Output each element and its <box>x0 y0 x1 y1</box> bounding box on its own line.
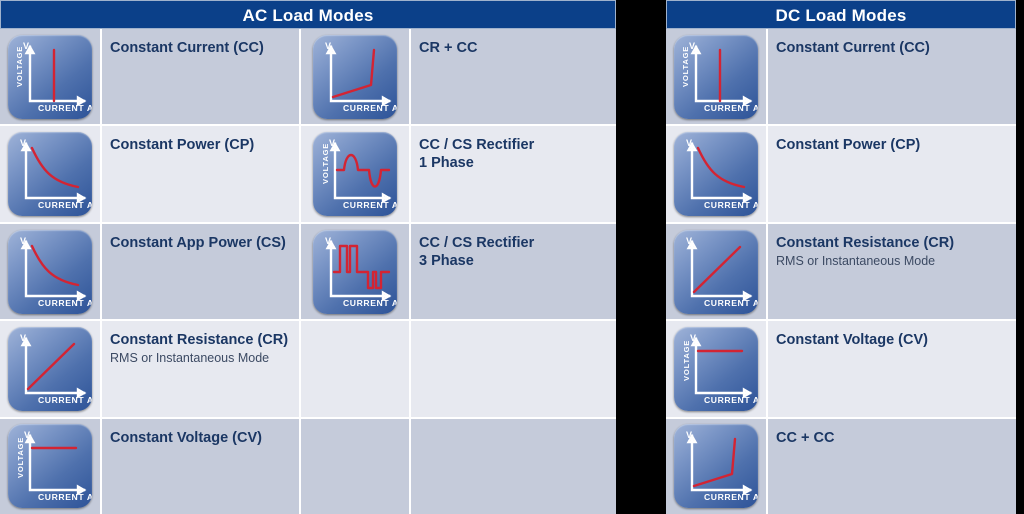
table-cell-label: Constant Current (CC) <box>102 29 301 125</box>
table-cell-label: Constant App Power (CS) <box>102 223 301 320</box>
table-row: V VOLTAGE CURRENT A Constant Current (CC… <box>0 29 616 127</box>
mode-name: Constant App Power (CS) <box>110 234 286 251</box>
table-cell-label: Constant Power (CP) <box>768 126 1016 221</box>
mode-name: CR + CC <box>419 40 478 56</box>
constant-resistance-graph-icon: V CURRENT A <box>666 223 768 320</box>
table-row: V CURRENT A Constant App Power (CS) V CU… <box>0 223 616 322</box>
mode-name: Constant Power (CP) <box>110 137 255 154</box>
mode-name: CC / CS Rectifier 1 Phase <box>419 137 535 172</box>
svg-text:V: V <box>325 236 331 246</box>
table-row: V VOLTAGE CURRENT A Constant Current (CC… <box>666 29 1016 127</box>
constant-app-power-graph-icon: V CURRENT A <box>0 223 102 320</box>
table-cell-label: Constant Voltage (CV) <box>768 321 1016 416</box>
table-cell-label: Constant Resistance (CR) RMS or Instanta… <box>768 224 1016 319</box>
constant-current-graph-icon: V VOLTAGE CURRENT A <box>0 29 102 125</box>
table-cell-label: Constant Power (CP) <box>102 126 301 222</box>
cc-plus-cc-graph-icon: V CURRENT A <box>666 418 768 514</box>
table-row: V VOLTAGE CURRENT A Constant Voltage (CV… <box>666 321 1016 419</box>
svg-text:VOLTAGE: VOLTAGE <box>15 46 24 87</box>
dc-table-title: DC Load Modes <box>666 0 1016 29</box>
table-row: V CURRENT A CC + CC <box>666 418 1016 514</box>
svg-text:VOLTAGE: VOLTAGE <box>321 143 330 184</box>
constant-power-graph-icon: V CURRENT A <box>666 126 768 222</box>
table-row: V CURRENT A Constant Power (CP) <box>666 126 1016 224</box>
mode-name: CC / CS Rectifier 3 Phase <box>419 234 535 269</box>
svg-text:CURRENT A: CURRENT A <box>38 103 92 113</box>
table-cell-label: CC / CS Rectifier 3 Phase <box>411 224 616 319</box>
ac-table-title: AC Load Modes <box>0 0 616 29</box>
empty-icon-cell <box>301 418 411 514</box>
svg-text:VOLTAGE: VOLTAGE <box>682 340 691 381</box>
svg-text:V: V <box>325 41 331 51</box>
mode-name: Constant Current (CC) <box>110 40 264 56</box>
svg-text:CURRENT A: CURRENT A <box>704 492 758 502</box>
empty-label-cell <box>411 321 616 416</box>
svg-text:CURRENT A: CURRENT A <box>38 395 92 405</box>
mode-subtext: RMS or Instantaneous Mode <box>776 253 936 268</box>
ac-table-rows: V VOLTAGE CURRENT A Constant Current (CC… <box>0 29 616 514</box>
mode-subtext: RMS or Instantaneous Mode <box>110 351 270 366</box>
constant-voltage-graph-icon: V VOLTAGE CURRENT A <box>0 418 102 514</box>
figure-canvas: AC Load Modes V VOLTAGE CURRENT A Consta… <box>0 0 1024 514</box>
rectifier-1-phase-graph-icon: V VOLTAGE CURRENT A <box>301 126 411 222</box>
svg-text:CURRENT A: CURRENT A <box>704 395 758 405</box>
mode-name: Constant Resistance (CR) <box>776 234 955 251</box>
mode-name: CC + CC <box>776 429 835 446</box>
constant-current-graph-icon: V VOLTAGE CURRENT A <box>666 29 768 125</box>
svg-text:V: V <box>20 236 26 246</box>
empty-icon-cell <box>301 321 411 417</box>
table-cell-label: CR + CC <box>411 29 616 124</box>
svg-text:CURRENT A: CURRENT A <box>38 298 92 308</box>
dc-load-modes-table: DC Load Modes V VOLTAGE CURRENT A Consta… <box>666 0 1016 514</box>
svg-text:CURRENT A: CURRENT A <box>704 298 758 308</box>
svg-text:CURRENT A: CURRENT A <box>343 200 397 210</box>
svg-text:CURRENT A: CURRENT A <box>343 298 397 308</box>
svg-text:CURRENT A: CURRENT A <box>343 103 397 113</box>
mode-name: Constant Resistance (CR) <box>110 332 289 349</box>
svg-text:CURRENT A: CURRENT A <box>704 103 758 113</box>
table-row: V CURRENT A Constant Power (CP) <box>0 126 616 224</box>
table-cell-label: Constant Current (CC) <box>768 29 1016 124</box>
mode-name: Constant Power (CP) <box>776 137 921 154</box>
table-row: V VOLTAGE CURRENT A Constant Voltage (CV… <box>0 418 616 514</box>
svg-text:V: V <box>20 333 26 343</box>
table-cell-label: Constant Resistance (CR) RMS or Instanta… <box>102 321 301 417</box>
table-cell-label: CC / CS Rectifier 1 Phase <box>411 126 616 221</box>
constant-voltage-graph-icon: V VOLTAGE CURRENT A <box>666 321 768 417</box>
ac-load-modes-table: AC Load Modes V VOLTAGE CURRENT A Consta… <box>0 0 616 514</box>
svg-text:CURRENT A: CURRENT A <box>704 200 758 210</box>
constant-resistance-graph-icon: V CURRENT A <box>0 321 102 417</box>
constant-power-graph-icon: V CURRENT A <box>0 126 102 222</box>
cr-plus-cc-graph-icon: V CURRENT A <box>301 29 411 125</box>
table-row: V CURRENT A Constant Resistance (CR) RMS… <box>0 321 616 419</box>
table-row: V CURRENT A Constant Resistance (CR) RMS… <box>666 223 1016 322</box>
dc-table-rows: V VOLTAGE CURRENT A Constant Current (CC… <box>666 29 1016 514</box>
table-cell-label: Constant Voltage (CV) <box>102 418 301 514</box>
svg-text:CURRENT A: CURRENT A <box>38 492 92 502</box>
svg-text:VOLTAGE: VOLTAGE <box>16 437 25 478</box>
svg-text:V: V <box>20 138 26 148</box>
svg-text:CURRENT A: CURRENT A <box>38 200 92 210</box>
svg-text:V: V <box>686 430 692 440</box>
svg-text:V: V <box>686 138 692 148</box>
mode-name: Constant Voltage (CV) <box>776 332 928 349</box>
table-cell-label: CC + CC <box>768 419 1016 514</box>
mode-name: Constant Voltage (CV) <box>110 429 262 446</box>
mode-name: Constant Current (CC) <box>776 40 930 56</box>
rectifier-3-phase-graph-icon: V CURRENT A <box>301 223 411 320</box>
svg-text:VOLTAGE: VOLTAGE <box>681 46 690 87</box>
svg-text:V: V <box>686 236 692 246</box>
empty-label-cell <box>411 419 616 514</box>
